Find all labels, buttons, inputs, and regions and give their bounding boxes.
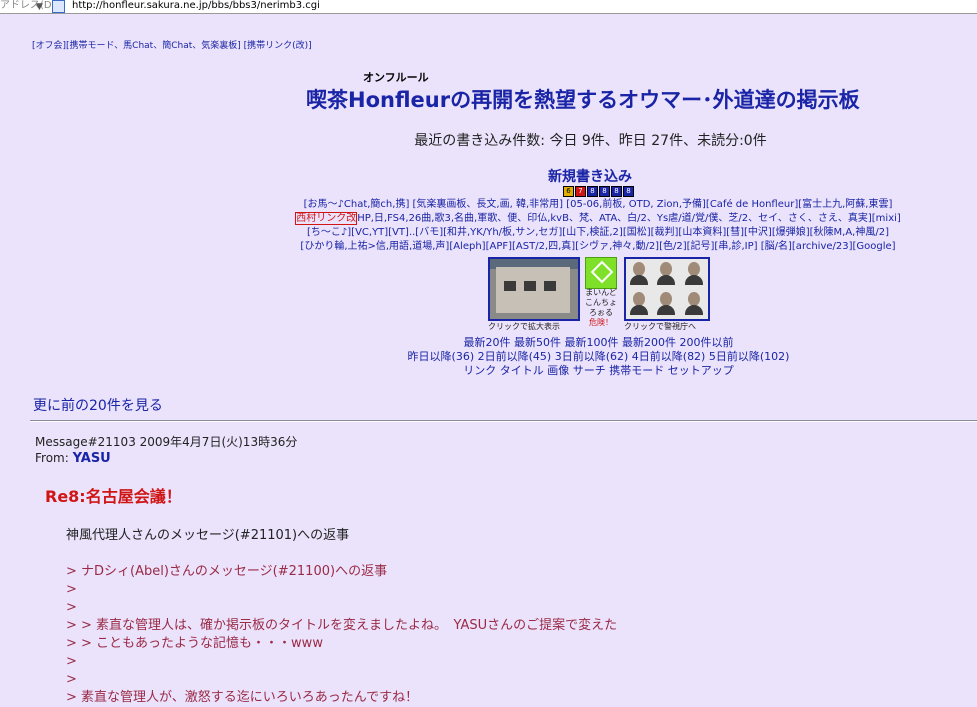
page-icon [52, 0, 65, 13]
link-line[interactable]: [ち〜こ♪][VC,YT][VT]..[バモ][和井,YK/Yh/板,サン,セガ… [238, 226, 958, 240]
face-image [681, 259, 708, 289]
divider [30, 420, 977, 422]
day-badge[interactable]: 8 [623, 186, 634, 197]
quote-line: > [66, 582, 77, 597]
wanted-photo[interactable] [624, 257, 710, 321]
nishimura-link[interactable]: 西村リンク改 [295, 212, 358, 225]
post-counts: 最近の書き込み件数: 今日 9件、昨日 27件、未読分:0件 [414, 133, 767, 149]
title-ruby: オンフルール [363, 71, 429, 84]
wanted-photo-caption: クリックで警視庁へ [624, 322, 696, 331]
face-image [681, 289, 708, 319]
day-badge[interactable]: 8 [587, 186, 598, 197]
message-subject: Re8:名古屋会議！ [45, 487, 182, 506]
link-line[interactable]: [ひかり輪,上祐>信,用語,道場,声][Aleph][APF][AST/2,四,… [238, 240, 958, 254]
day-badge[interactable]: 8 [611, 186, 622, 197]
quote-line: > 素直な管理人が、激怒する迄にいろいろあったんですね！ [66, 690, 419, 705]
message-from: From: YASU [35, 451, 111, 466]
shop-photo-caption: クリックで拡大表示 [488, 322, 560, 331]
link-line[interactable]: [お馬〜♪Chat,簡ch,携] [気楽裏画板、長文,画, 韓,非常用] [05… [238, 198, 958, 212]
mode-nav[interactable]: リンク タイトル 画像 サーチ 携帯モード セットアップ [0, 362, 977, 378]
quoted-text: > ナDシィ(Abel)さんのメッセージ(#21100)への返事 > > > >… [66, 563, 617, 707]
day-badge[interactable]: 7 [575, 186, 586, 197]
day-badge[interactable]: 6 [563, 186, 574, 197]
top-links[interactable]: [オフ会][携帯モード、馬Chat、簡Chat、気楽裏板] [携帯リンク(改)] [32, 38, 312, 51]
author-name[interactable]: YASU [73, 451, 111, 466]
quote-line: > [66, 654, 77, 669]
previous-20-link[interactable]: 更に前の20件を見る [33, 395, 163, 415]
page-title: 喫茶Honfleurの再開を熱望するオウマー･外道達の掲示板 [306, 88, 860, 112]
day-badges: 6 7 8 8 8 8 [563, 186, 634, 197]
address-bar: アドレス(D) ▼ http://honfleur.sakura.ne.jp/b… [0, 0, 977, 14]
quote-line: > [66, 672, 77, 687]
face-image [626, 289, 653, 319]
face-image [653, 259, 680, 289]
link-line-rest[interactable]: HP,日,FS4,26曲,歌3,名曲,軍歌、便、印仏,kvB、梵、ATA、白/2… [357, 213, 901, 224]
quote-line: > > 素直な管理人は、確か掲示板のタイトルを変えましたよね。 YASUさんのご… [66, 618, 618, 633]
url-field[interactable]: http://honfleur.sakura.ne.jp/bbs/bbs3/ne… [72, 0, 320, 12]
face-image [626, 259, 653, 289]
link-line[interactable]: 西村リンク改HP,日,FS4,26曲,歌3,名曲,軍歌、便、印仏,kvB、梵、A… [238, 212, 958, 226]
new-post-link[interactable]: 新規書き込み [548, 166, 632, 186]
quote-line: > [66, 600, 77, 615]
day-badge[interactable]: 8 [599, 186, 610, 197]
face-image [653, 289, 680, 319]
badge-caption: まいんど こんちょ ろぉる 危険！ [585, 288, 617, 327]
address-label: アドレス(D) [0, 0, 56, 11]
address-dropdown-button[interactable]: ▼ [36, 1, 43, 13]
reply-line: 神風代理人さんのメッセージ(#21101)への返事 [66, 528, 350, 543]
shop-photo[interactable] [488, 257, 580, 321]
link-block: [お馬〜♪Chat,簡ch,携] [気楽裏画板、長文,画, 韓,非常用] [05… [238, 198, 958, 254]
mind-control-badge-icon[interactable] [585, 257, 617, 289]
quote-line: > ナDシィ(Abel)さんのメッセージ(#21100)への返事 [66, 564, 388, 579]
quote-line: > > こともあったような記憶も・・・www [66, 636, 323, 651]
message-meta: Message#21103 2009年4月7日(火)13時36分 [35, 435, 298, 449]
